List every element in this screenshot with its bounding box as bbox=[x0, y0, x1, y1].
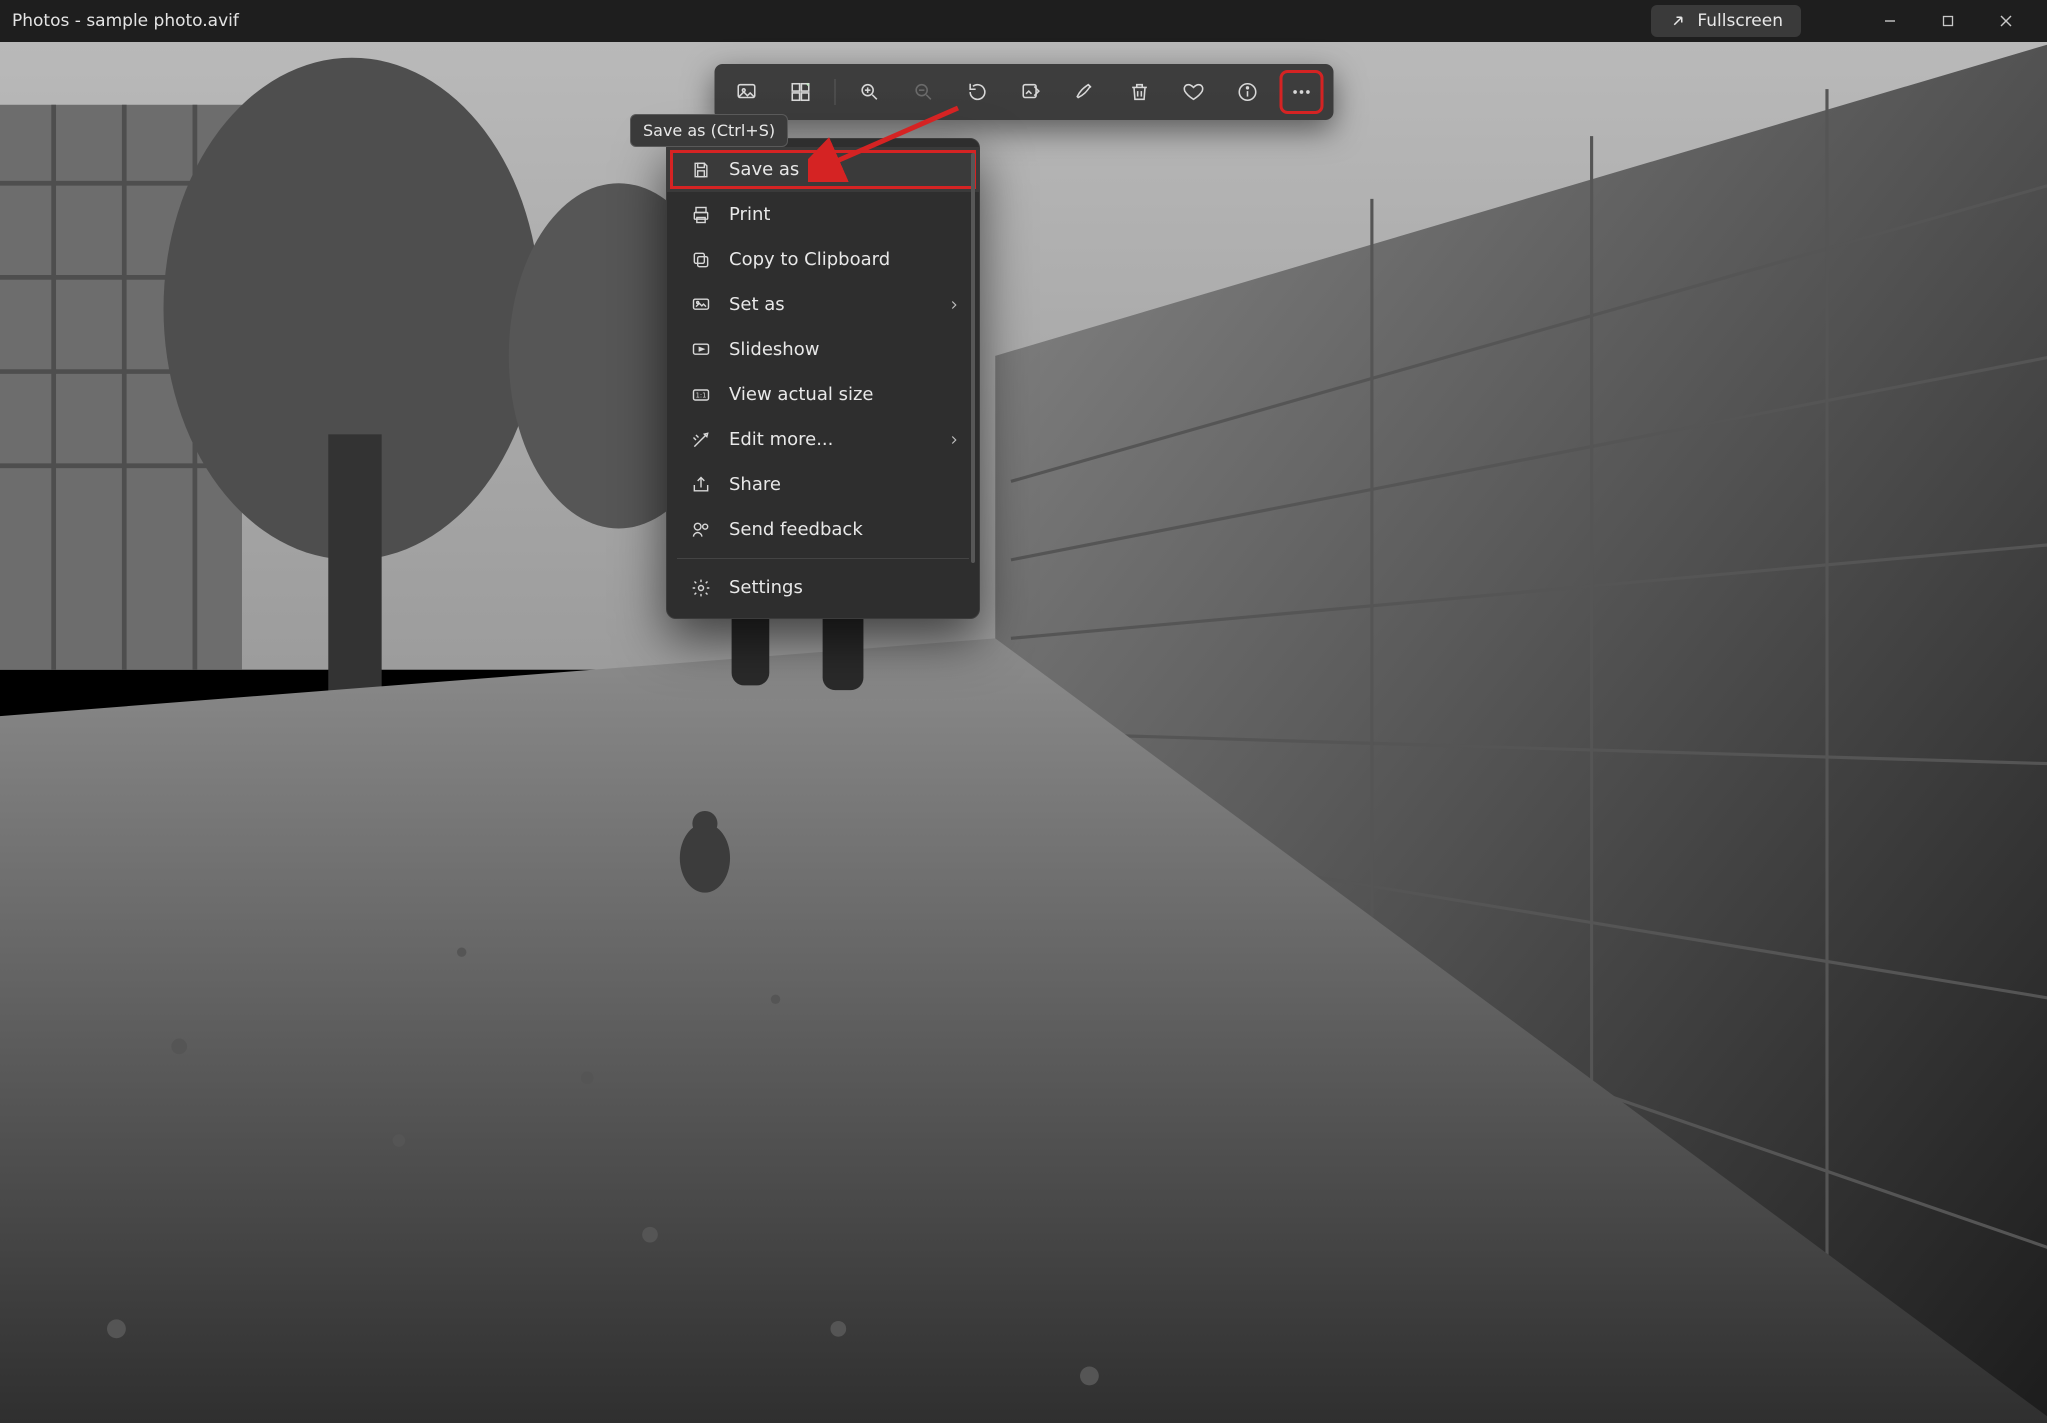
zoom-in-button[interactable] bbox=[849, 72, 889, 112]
menu-item-label: Save as bbox=[729, 159, 961, 180]
feedback-icon bbox=[691, 520, 711, 540]
file-name: sample photo.avif bbox=[86, 11, 239, 31]
info-button[interactable] bbox=[1227, 72, 1267, 112]
titlebar: Photos - sample photo.avif Fullscreen bbox=[0, 0, 2047, 42]
more-button[interactable] bbox=[1281, 72, 1321, 112]
actual-size-icon: 1:1 bbox=[691, 385, 711, 405]
zoom-out-button[interactable] bbox=[903, 72, 943, 112]
more-icon bbox=[1290, 81, 1312, 103]
edit-more-icon bbox=[691, 430, 711, 450]
toolbar-separator bbox=[834, 79, 835, 105]
favorite-button[interactable] bbox=[1173, 72, 1213, 112]
menu-item-copy[interactable]: Copy to Clipboard bbox=[667, 237, 979, 282]
info-icon bbox=[1236, 81, 1258, 103]
menu-item-set-as[interactable]: Set as bbox=[667, 282, 979, 327]
tooltip-text: Save as (Ctrl+S) bbox=[643, 121, 775, 140]
menu-item-slideshow[interactable]: Slideshow bbox=[667, 327, 979, 372]
copy-icon bbox=[691, 250, 711, 270]
delete-button[interactable] bbox=[1119, 72, 1159, 112]
menu-item-label: Slideshow bbox=[729, 339, 961, 360]
share-icon bbox=[691, 475, 711, 495]
save-icon bbox=[691, 160, 711, 180]
menu-item-label: View actual size bbox=[729, 384, 961, 405]
toolbar bbox=[714, 64, 1333, 120]
more-menu: Save as Print Copy to Clipboard Set as S… bbox=[666, 138, 980, 619]
menu-item-save-as[interactable]: Save as bbox=[667, 147, 979, 192]
window-title: Photos - sample photo.avif bbox=[12, 11, 239, 31]
tooltip: Save as (Ctrl+S) bbox=[630, 114, 788, 147]
markup-button[interactable] bbox=[1065, 72, 1105, 112]
photo-viewport[interactable] bbox=[0, 42, 2047, 1423]
menu-item-label: Share bbox=[729, 474, 961, 495]
fullscreen-button[interactable]: Fullscreen bbox=[1651, 5, 1801, 37]
slideshow-icon bbox=[691, 340, 711, 360]
minimize-button[interactable] bbox=[1861, 1, 1919, 41]
menu-scrollbar[interactable] bbox=[971, 153, 975, 563]
edit-image-icon bbox=[1020, 81, 1042, 103]
minimize-icon bbox=[1884, 15, 1896, 27]
fullscreen-icon bbox=[1669, 12, 1687, 30]
maximize-icon bbox=[1942, 15, 1954, 27]
menu-item-label: Set as bbox=[729, 294, 929, 315]
set-as-icon bbox=[691, 295, 711, 315]
delete-icon bbox=[1128, 81, 1150, 103]
app-name: Photos bbox=[12, 11, 69, 31]
photo-view-button[interactable] bbox=[726, 72, 766, 112]
maximize-button[interactable] bbox=[1919, 1, 1977, 41]
menu-item-feedback[interactable]: Send feedback bbox=[667, 507, 979, 552]
favorite-icon bbox=[1182, 81, 1204, 103]
fullscreen-label: Fullscreen bbox=[1697, 11, 1783, 31]
edit-image-button[interactable] bbox=[1011, 72, 1051, 112]
close-icon bbox=[2000, 15, 2012, 27]
svg-text:1:1: 1:1 bbox=[696, 391, 707, 399]
menu-item-print[interactable]: Print bbox=[667, 192, 979, 237]
menu-item-label: Print bbox=[729, 204, 961, 225]
filmstrip-button[interactable] bbox=[780, 72, 820, 112]
menu-item-label: Copy to Clipboard bbox=[729, 249, 961, 270]
menu-item-settings[interactable]: Settings bbox=[667, 565, 979, 610]
titlebar-controls: Fullscreen bbox=[1651, 1, 2035, 41]
rotate-icon bbox=[966, 81, 988, 103]
menu-item-label: Send feedback bbox=[729, 519, 961, 540]
chevron-right-icon bbox=[947, 433, 961, 447]
print-icon bbox=[691, 205, 711, 225]
close-button[interactable] bbox=[1977, 1, 2035, 41]
photo-view-icon bbox=[735, 81, 757, 103]
menu-divider bbox=[677, 558, 969, 559]
menu-item-label: Settings bbox=[729, 577, 961, 598]
menu-item-edit-more[interactable]: Edit more... bbox=[667, 417, 979, 462]
chevron-right-icon bbox=[947, 298, 961, 312]
zoom-out-icon bbox=[912, 81, 934, 103]
settings-icon bbox=[691, 578, 711, 598]
filmstrip-icon bbox=[789, 81, 811, 103]
rotate-button[interactable] bbox=[957, 72, 997, 112]
markup-icon bbox=[1074, 81, 1096, 103]
title-separator: - bbox=[69, 11, 86, 31]
menu-item-label: Edit more... bbox=[729, 429, 929, 450]
zoom-in-icon bbox=[858, 81, 880, 103]
photo-image bbox=[0, 42, 2047, 1423]
menu-item-share[interactable]: Share bbox=[667, 462, 979, 507]
menu-item-actual-size[interactable]: 1:1 View actual size bbox=[667, 372, 979, 417]
